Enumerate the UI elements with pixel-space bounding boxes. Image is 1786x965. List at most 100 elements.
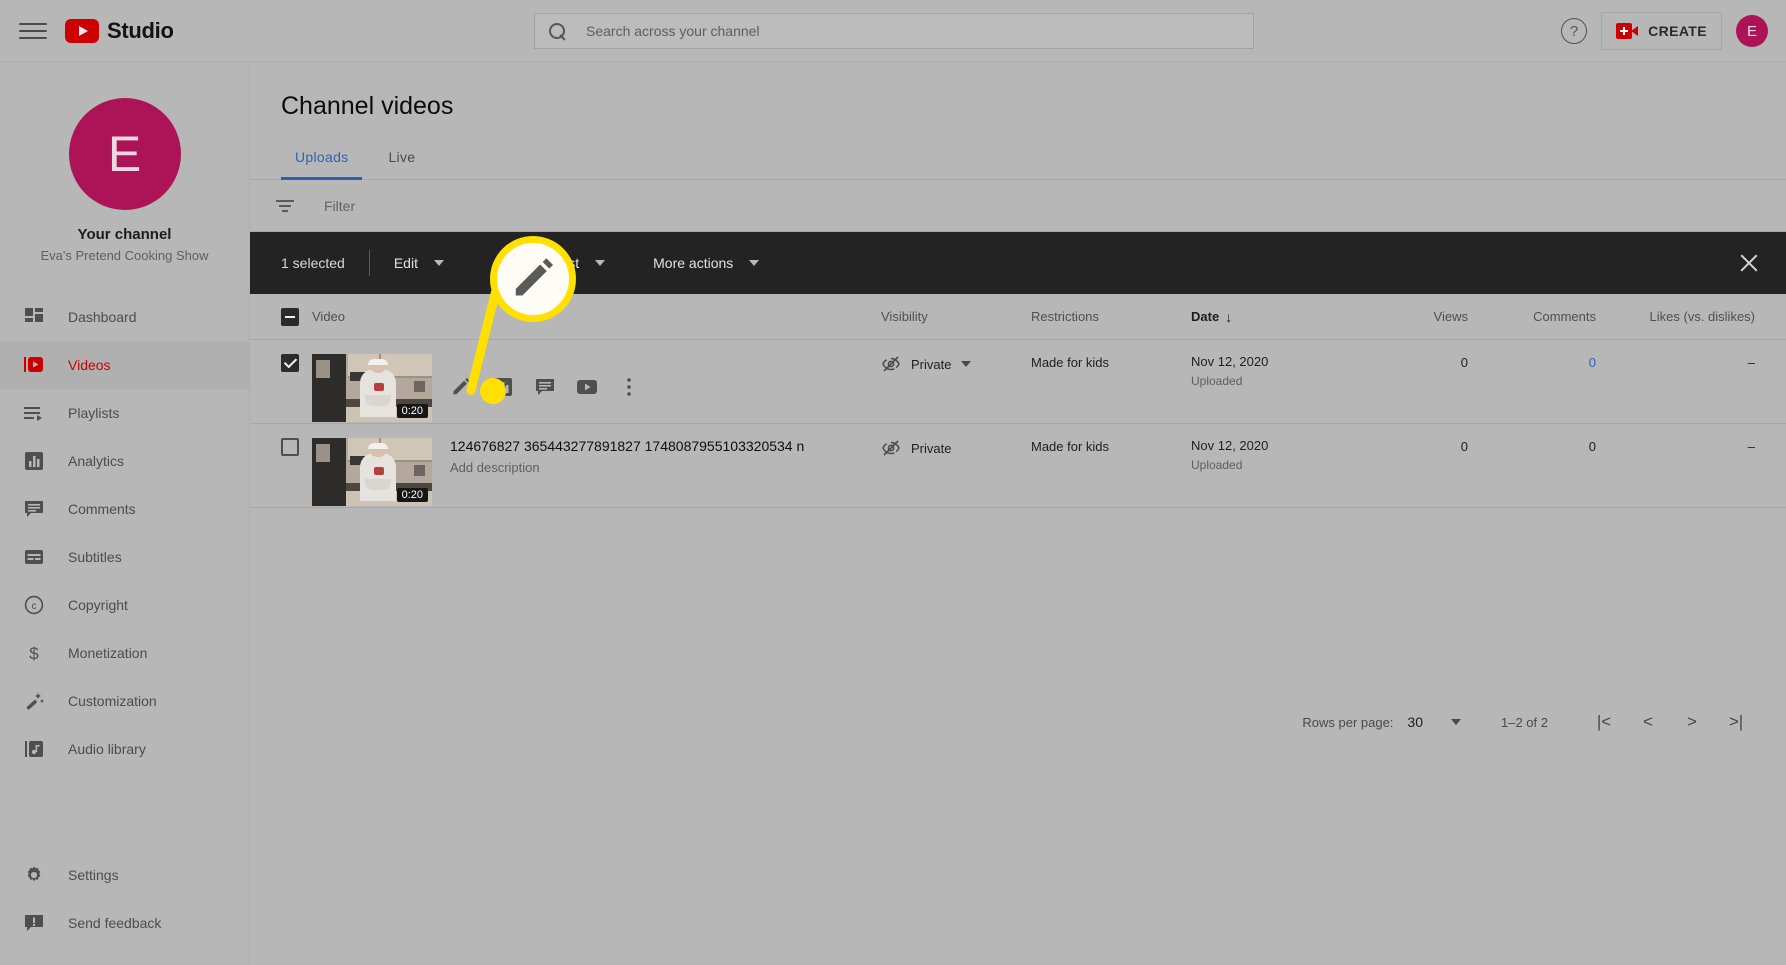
sidebar-nav: Dashboard Videos Playlists Analytics Com… xyxy=(0,293,249,773)
filter-bar: Filter xyxy=(250,180,1786,232)
restrictions-label: Made for kids xyxy=(1031,355,1110,370)
select-all-checkbox[interactable] xyxy=(281,307,299,326)
row-views-cell: 0 xyxy=(1356,354,1468,372)
sidebar: E Your channel Eva's Pretend Cooking Sho… xyxy=(0,62,250,965)
table-header-row: Video Visibility Restrictions Date ↓ Vie… xyxy=(250,294,1786,340)
comments-icon xyxy=(22,497,46,521)
sidebar-item-comments[interactable]: Comments xyxy=(0,485,249,533)
filter-input[interactable]: Filter xyxy=(324,198,355,214)
chevron-down-icon[interactable] xyxy=(961,361,972,367)
video-camera-plus-icon xyxy=(1616,23,1639,39)
create-button-label: CREATE xyxy=(1648,23,1707,39)
sidebar-item-settings[interactable]: Settings xyxy=(0,851,249,899)
help-icon[interactable]: ? xyxy=(1561,18,1588,44)
video-thumbnail[interactable]: 0:20 xyxy=(312,354,432,422)
sidebar-item-audio-library[interactable]: Audio library xyxy=(0,725,249,773)
video-duration-badge: 0:20 xyxy=(396,404,428,418)
tab-uploads[interactable]: Uploads xyxy=(281,143,363,180)
header-actions: ? CREATE E xyxy=(1561,0,1768,62)
row-checkbox[interactable] xyxy=(281,438,299,456)
sidebar-bottom-nav: Settings Send feedback xyxy=(0,851,249,947)
sidebar-item-send-feedback[interactable]: Send feedback xyxy=(0,899,249,947)
row-visibility-cell[interactable]: Private xyxy=(881,354,1031,374)
sidebar-label: Copyright xyxy=(68,597,128,613)
video-duration-badge: 0:20 xyxy=(396,488,428,502)
add-description-link[interactable]: Add description xyxy=(450,460,804,475)
close-icon[interactable] xyxy=(1738,252,1760,274)
tab-label: Uploads xyxy=(295,149,349,165)
select-all-cell xyxy=(250,307,312,326)
pagination-bar: Rows per page: 30 1–2 of 2 |< < > >| xyxy=(250,694,1786,750)
first-page-button[interactable]: |< xyxy=(1582,700,1626,744)
sidebar-item-customization[interactable]: Customization xyxy=(0,677,249,725)
videos-table: Video Visibility Restrictions Date ↓ Vie… xyxy=(250,294,1786,731)
table-row[interactable]: 0:20 124676827 365443277891827 174808795… xyxy=(250,424,1786,508)
sidebar-label: Monetization xyxy=(68,645,148,661)
header-views: Views xyxy=(1433,309,1468,324)
edit-pencil-icon[interactable] xyxy=(450,376,472,398)
comments-icon[interactable] xyxy=(534,376,556,398)
video-thumbnail[interactable]: 0:20 xyxy=(312,438,432,506)
edit-dropdown-button[interactable]: Edit xyxy=(370,255,468,271)
search-container: Search across your channel xyxy=(534,13,1254,49)
channel-avatar[interactable]: E xyxy=(68,98,181,210)
row-checkbox[interactable] xyxy=(281,354,299,372)
hamburger-icon[interactable] xyxy=(19,21,47,41)
add-to-playlist-dropdown-button[interactable]: Add to playlist xyxy=(468,255,629,271)
more-actions-dropdown-button[interactable]: More actions xyxy=(629,255,783,271)
header-date[interactable]: Date ↓ xyxy=(1191,309,1356,325)
filter-icon[interactable] xyxy=(274,197,296,215)
brand-label: Studio xyxy=(107,17,174,43)
sidebar-item-dashboard[interactable]: Dashboard xyxy=(0,293,249,341)
row-restrictions-cell: Made for kids xyxy=(1031,354,1191,372)
account-avatar[interactable]: E xyxy=(1736,15,1768,47)
header-video: Video xyxy=(312,309,346,324)
last-page-button[interactable]: >| xyxy=(1714,700,1758,744)
chevron-down-icon xyxy=(433,260,444,266)
next-page-button[interactable]: > xyxy=(1670,700,1714,744)
analytics-icon[interactable] xyxy=(492,376,514,398)
row-video-cell: 0:20 124676827 365443277891827 174808795… xyxy=(312,438,881,506)
analytics-icon xyxy=(22,449,46,473)
search-placeholder: Search across your channel xyxy=(586,23,760,39)
likes-value: – xyxy=(1747,355,1755,370)
header-comments: Comments xyxy=(1533,309,1596,324)
comments-value[interactable]: 0 xyxy=(1589,355,1596,370)
sidebar-item-analytics[interactable]: Analytics xyxy=(0,437,249,485)
prev-page-button[interactable]: < xyxy=(1626,700,1670,744)
eye-off-icon xyxy=(882,356,900,372)
header-date-label: Date xyxy=(1191,309,1220,324)
more-actions-label: More actions xyxy=(653,255,734,271)
row-date-cell: Nov 12, 2020 Uploaded xyxy=(1191,354,1356,388)
sort-down-arrow-icon: ↓ xyxy=(1225,308,1233,325)
sidebar-label: Playlists xyxy=(68,405,120,421)
youtube-play-icon[interactable] xyxy=(576,376,598,398)
row-visibility-cell[interactable]: Private xyxy=(881,438,1031,458)
selected-count-label: 1 selected xyxy=(281,255,345,271)
more-vertical-icon[interactable] xyxy=(618,376,640,398)
row-comments-cell[interactable]: 0 xyxy=(1468,354,1596,372)
sidebar-item-videos[interactable]: Videos xyxy=(0,341,249,389)
search-icon xyxy=(549,22,566,40)
dollar-icon: $ xyxy=(22,641,46,665)
sidebar-label: Videos xyxy=(68,357,111,373)
svg-text:c: c xyxy=(32,601,37,612)
sidebar-item-playlists[interactable]: Playlists xyxy=(0,389,249,437)
visibility-label: Private xyxy=(911,356,952,372)
sidebar-label: Subtitles xyxy=(68,549,122,565)
rows-per-page-select[interactable]: 30 xyxy=(1407,714,1461,730)
sidebar-item-subtitles[interactable]: Subtitles xyxy=(0,533,249,581)
create-button[interactable]: CREATE xyxy=(1601,12,1722,50)
gear-icon xyxy=(22,863,46,887)
subtitles-icon xyxy=(22,545,46,569)
sidebar-label: Customization xyxy=(68,693,157,709)
date-value: Nov 12, 2020 xyxy=(1191,438,1269,453)
row-select-cell xyxy=(250,354,312,372)
search-input[interactable]: Search across your channel xyxy=(534,13,1254,49)
sidebar-item-monetization[interactable]: $ Monetization xyxy=(0,629,249,677)
tab-live[interactable]: Live xyxy=(374,143,429,179)
studio-logo[interactable]: Studio xyxy=(65,18,174,44)
table-row[interactable]: 0:20 Private Made for kids Nov 12, 2020 … xyxy=(250,340,1786,424)
video-title[interactable]: 124676827 365443277891827 17480879551033… xyxy=(450,438,804,454)
sidebar-item-copyright[interactable]: c Copyright xyxy=(0,581,249,629)
